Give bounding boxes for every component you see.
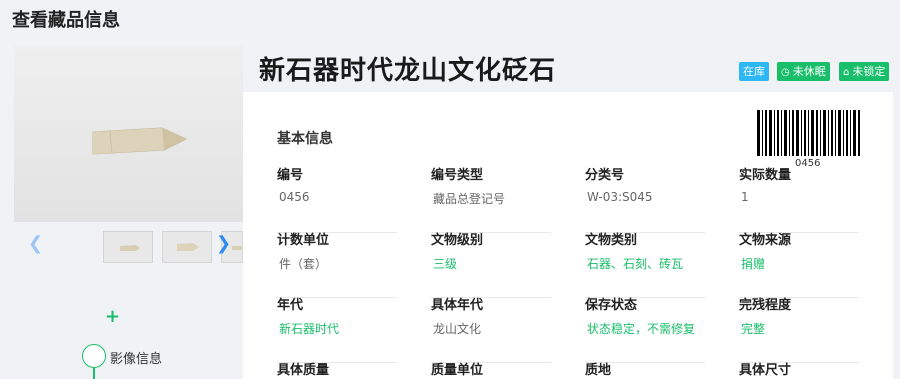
- field-relic-level: 文物级别 三级: [431, 229, 551, 298]
- clock-icon: ◷: [781, 67, 790, 78]
- field-specific-size: 具体尺寸: [739, 359, 859, 378]
- info-card: 基本信息 0456 编号 0456 编号类型 藏品总登记号 分类号 W-03:S…: [243, 92, 893, 379]
- section-title: 基本信息: [277, 131, 333, 147]
- field-label: 保存状态: [585, 298, 638, 313]
- field-number-type: 编号类型 藏品总登记号: [431, 164, 551, 233]
- field-actual-qty: 实际数量 1: [739, 164, 859, 233]
- field-value: W-03:S045: [585, 190, 705, 233]
- field-label: 具体年代: [431, 298, 484, 313]
- sleep-badge: ◷ 未休眠: [777, 62, 830, 81]
- field-label: 文物来源: [739, 233, 792, 248]
- plus-icon[interactable]: +: [105, 308, 120, 326]
- field-specific-mass: 具体质量: [277, 359, 397, 378]
- field-mass-unit: 质量单位: [431, 359, 551, 378]
- thumbnail-strip: ❮ ❯: [14, 230, 243, 263]
- timeline-node: [82, 344, 106, 368]
- field-label: 计数单位: [277, 233, 330, 248]
- field-value: 新石器时代: [277, 320, 397, 363]
- field-value: 完整: [739, 320, 859, 363]
- field-era: 年代 新石器时代: [277, 294, 397, 363]
- field-value: 藏品总登记号: [431, 190, 551, 233]
- page-title: 查看藏品信息: [12, 10, 120, 31]
- field-value: 龙山文化: [431, 320, 551, 363]
- field-count-unit: 计数单位 件（套）: [277, 229, 397, 298]
- field-value: 0456: [277, 190, 397, 233]
- chevron-right-icon[interactable]: ❯: [216, 234, 231, 254]
- field-label: 年代: [277, 298, 304, 313]
- field-label: 编号类型: [431, 168, 484, 183]
- field-label: 完残程度: [739, 298, 792, 313]
- field-label: 具体尺寸: [739, 363, 792, 378]
- field-value: 1: [739, 190, 859, 233]
- field-label: 分类号: [585, 168, 625, 183]
- field-label: 文物类别: [585, 233, 638, 248]
- object-title: 新石器时代龙山文化砭石: [259, 56, 557, 86]
- main-artifact-image[interactable]: [14, 46, 243, 222]
- field-value: 三级: [431, 255, 551, 298]
- lock-icon: ⌂: [843, 67, 850, 78]
- thumbnail-2[interactable]: [162, 231, 212, 263]
- field-label: 实际数量: [739, 168, 792, 183]
- field-label: 编号: [277, 168, 304, 183]
- lock-badge: ⌂ 未锁定: [839, 62, 890, 81]
- barcode-image: [757, 110, 860, 156]
- field-value: 状态稳定，不需修复: [585, 320, 705, 363]
- image-gallery: ❮ ❯ + 影像信息: [14, 44, 243, 379]
- field-specific-era: 具体年代 龙山文化: [431, 294, 551, 363]
- field-value: 件（套）: [277, 255, 397, 298]
- chevron-left-icon[interactable]: ❮: [28, 234, 43, 254]
- field-integrity: 完残程度 完整: [739, 294, 859, 363]
- timeline-line: [93, 368, 95, 379]
- field-relic-category: 文物类别 石器、石刻、砖瓦: [585, 229, 705, 298]
- artifact-photo: [92, 127, 188, 155]
- field-category-no: 分类号 W-03:S045: [585, 164, 705, 233]
- status-badge: 在库: [739, 62, 769, 81]
- field-number: 编号 0456: [277, 164, 397, 233]
- field-label: 质地: [585, 363, 612, 378]
- thumbnail-1[interactable]: [103, 231, 153, 263]
- timeline-label[interactable]: 影像信息: [110, 348, 162, 367]
- field-material: 质地: [585, 359, 705, 378]
- field-relic-source: 文物来源 捐赠: [739, 229, 859, 298]
- field-preservation: 保存状态 状态稳定，不需修复: [585, 294, 705, 363]
- field-value: 捐赠: [739, 255, 859, 298]
- field-value: 石器、石刻、砖瓦: [585, 255, 705, 298]
- field-label: 质量单位: [431, 363, 484, 378]
- field-label: 具体质量: [277, 363, 330, 378]
- field-label: 文物级别: [431, 233, 484, 248]
